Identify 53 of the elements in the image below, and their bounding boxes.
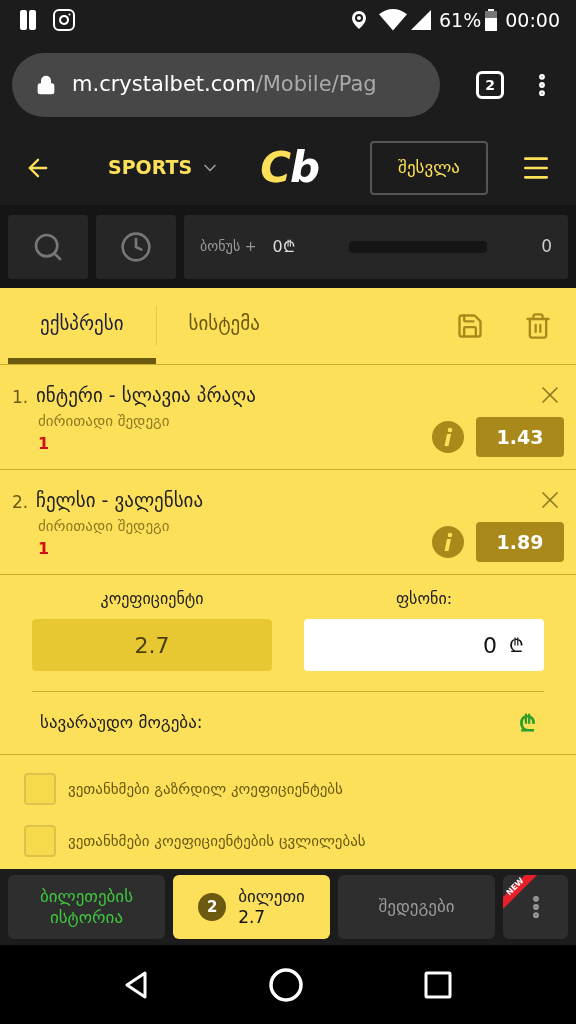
logo[interactable]: Cb [260,146,319,189]
total-odds: 2.7 [32,619,272,671]
tab-count[interactable]: 2 [476,71,504,99]
match-name: ინტერი - სლავია პრაღა [36,383,257,409]
url-text: m.crystalbet.com/Mobile/Pag [72,71,377,99]
match-name: ჩელსი - ვალენსია [36,488,205,514]
search-button[interactable] [8,214,88,279]
bonus-value: 0₾ [272,235,295,258]
bonus-count: 0 [541,234,552,258]
market-name: ძირითადი შედეგი [38,515,171,537]
pick-label: 1 [38,538,51,560]
potential-win-currency: ₾ [519,709,536,738]
ticket-tab[interactable]: 2 ბილეთი 2.7 [173,875,330,939]
stake-field[interactable]: 0 ₾ [304,619,544,671]
login-button[interactable]: შესვლა [370,140,488,195]
bonus-label: ბონუს + [200,237,257,256]
results-tab[interactable]: შედეგები [338,875,495,939]
potential-win-label: სავარაუდო მოგება: [40,711,203,735]
battery-icon [485,8,498,32]
market-name: ძირითადი შედეგი [38,410,171,432]
clock-icon [120,230,152,263]
corner-ribbon [503,875,539,911]
clock-time: 00:00 [505,7,560,33]
sports-dropdown[interactable]: SPORTS [108,153,221,182]
info-icon[interactable] [432,526,464,558]
battery-percent: 61% [439,7,482,33]
wifi-icon [379,8,407,32]
bet-number: 2. [12,491,30,514]
ticket-count: 2 [198,893,227,921]
checkbox[interactable] [24,825,56,857]
history-tab[interactable]: ბილეთების ისტორია [8,875,165,939]
trash-icon[interactable] [524,312,552,340]
url-bar[interactable]: m.crystalbet.com/Mobile/Pag [12,53,440,117]
stake-label: ფსონი: [395,588,453,610]
checkbox[interactable] [24,773,56,805]
pick-label: 1 [38,433,51,455]
info-icon[interactable] [432,421,464,453]
odds-label: კოეფიციენტი [100,588,204,610]
history-button[interactable] [96,214,176,279]
save-icon[interactable] [456,312,484,340]
lock-icon [36,75,56,95]
bet-type-tab[interactable]: ექსპრესი [8,288,156,364]
home-nav-icon[interactable] [268,966,304,1003]
back-nav-icon[interactable] [124,970,148,999]
ticket-label: ბილეთი [238,885,305,907]
option-label: ვეთანხმები კოეფიციენტების ცვლილებას [68,830,366,852]
instagram-icon [52,8,76,32]
option-label: ვეთანხმები გაზრდილ კოეფიციენტებს [68,778,343,800]
bet-number: 1. [12,386,30,409]
recents-nav-icon[interactable] [424,970,452,999]
ticket-odds: 2.7 [238,907,266,929]
bet-type-tab[interactable]: სისტემა [156,288,292,364]
signal-icon [411,10,431,30]
